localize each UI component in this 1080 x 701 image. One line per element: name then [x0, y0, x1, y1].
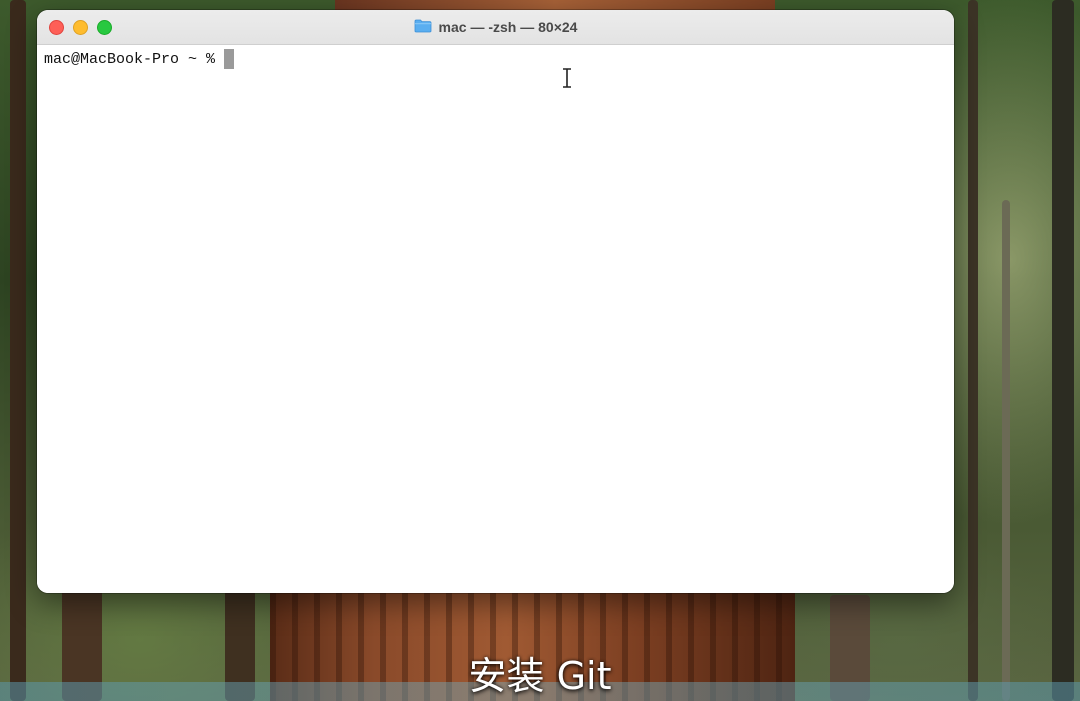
ibeam-cursor-icon — [563, 68, 571, 88]
terminal-content[interactable]: mac@MacBook-Pro ~ % — [37, 45, 954, 593]
tree-trunk — [1002, 200, 1010, 701]
shell-prompt: mac@MacBook-Pro ~ % — [44, 50, 216, 68]
tree-trunk — [1052, 0, 1074, 701]
video-subtitle: 安装 Git — [468, 654, 612, 698]
tree-trunk — [10, 0, 26, 701]
window-title-group: mac — -zsh — 80×24 — [37, 10, 954, 44]
title-bar[interactable]: mac — -zsh — 80×24 — [37, 10, 954, 45]
folder-icon — [414, 19, 431, 33]
tree-trunk — [968, 0, 978, 701]
window-title: mac — -zsh — 80×24 — [438, 19, 578, 35]
text-cursor — [224, 49, 235, 69]
terminal-window[interactable]: mac — -zsh — 80×24 mac@MacBook-Pro ~ % — [37, 10, 954, 593]
prompt-line: mac@MacBook-Pro ~ % — [44, 49, 235, 69]
